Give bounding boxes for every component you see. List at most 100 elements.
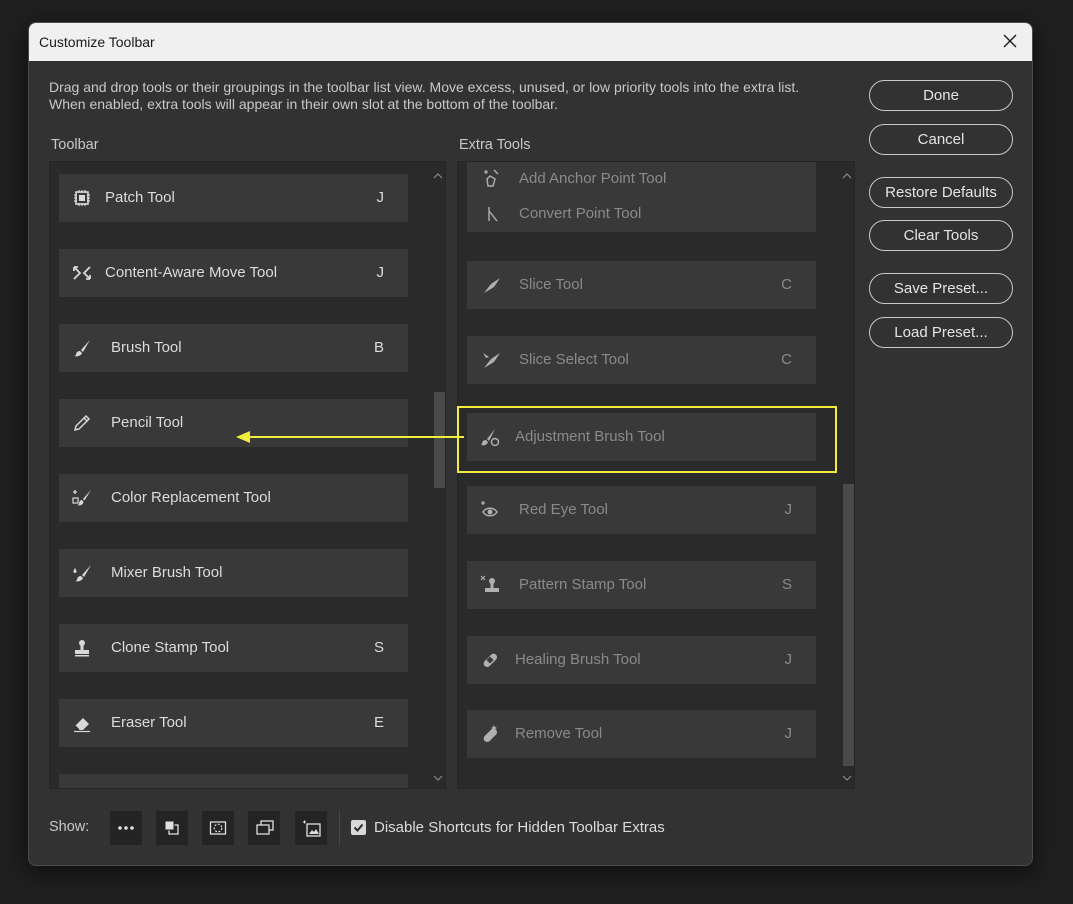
clear-tools-button[interactable]: Clear Tools xyxy=(869,220,1013,251)
show-extra-tools-button[interactable] xyxy=(110,811,142,845)
toolbar-item-partial[interactable] xyxy=(59,774,408,788)
extra-item-label: Convert Point Tool xyxy=(519,205,642,222)
toolbar-item-label: Pencil Tool xyxy=(111,414,184,431)
scroll-down-arrow-icon[interactable] xyxy=(840,772,854,784)
show-colors-button[interactable] xyxy=(156,811,188,845)
patch-icon xyxy=(74,190,90,206)
adjustment-brush-icon xyxy=(481,429,500,447)
toolbar-item-eraser[interactable]: Eraser Tool E xyxy=(59,699,408,747)
toolbar-item-label: Eraser Tool xyxy=(111,714,187,731)
toolbar-item-clone-stamp[interactable]: Clone Stamp Tool S xyxy=(59,624,408,672)
toolbar-item-color-replacement[interactable]: Color Replacement Tool xyxy=(59,474,408,522)
scroll-down-arrow-icon[interactable] xyxy=(431,772,445,784)
toolbar-item-label: Patch Tool xyxy=(105,189,175,206)
extra-item-label: Remove Tool xyxy=(515,725,603,742)
healing-brush-icon xyxy=(483,653,498,668)
extra-item-healing-brush[interactable]: Healing Brush Tool J xyxy=(467,636,816,684)
extra-group-row: Add Anchor Point Tool xyxy=(467,162,816,196)
brush-icon xyxy=(74,340,90,357)
toolbar-item-label: Mixer Brush Tool xyxy=(111,564,223,581)
extra-group-anchor-point[interactable]: Add Anchor Point Tool Convert Point Tool xyxy=(467,162,816,232)
cancel-button[interactable]: Cancel xyxy=(869,124,1013,155)
toolbar-item-patch[interactable]: Patch Tool J xyxy=(59,174,408,222)
convert-point-icon xyxy=(488,207,498,222)
done-button[interactable]: Done xyxy=(869,80,1013,111)
extra-item-label: Red Eye Tool xyxy=(519,501,608,518)
description-text: Drag and drop tools or their groupings i… xyxy=(49,79,800,112)
toolbar-item-shortcut: J xyxy=(376,264,385,281)
extra-item-label: Pattern Stamp Tool xyxy=(519,576,647,593)
extra-tools-scrollbar[interactable] xyxy=(840,162,854,788)
restore-defaults-button[interactable]: Restore Defaults xyxy=(869,177,1013,208)
extra-item-slice[interactable]: Slice Tool C xyxy=(467,261,816,309)
extra-item-remove[interactable]: Remove Tool J xyxy=(467,710,816,758)
dialog-title: Customize Toolbar xyxy=(39,34,155,50)
extra-group-row: Convert Point Tool xyxy=(467,197,816,231)
toolbar-item-shortcut: E xyxy=(373,714,384,731)
toolbar-scrollbar[interactable] xyxy=(431,162,445,788)
extra-item-pattern-stamp[interactable]: Pattern Stamp Tool S xyxy=(467,561,816,609)
extra-item-label: Slice Select Tool xyxy=(519,351,629,368)
checkmark-icon xyxy=(353,823,364,832)
foreground-background-icon xyxy=(164,820,179,835)
scroll-up-arrow-icon[interactable] xyxy=(431,170,445,182)
toolbar-item-label: Content-Aware Move Tool xyxy=(105,264,278,281)
color-replacement-icon xyxy=(72,490,91,506)
extra-item-slice-select[interactable]: Slice Select Tool C xyxy=(467,336,816,384)
extra-item-label: Add Anchor Point Tool xyxy=(519,170,667,187)
pattern-stamp-icon xyxy=(480,575,499,592)
disable-shortcuts-checkbox[interactable] xyxy=(351,820,366,835)
toolbar-item-shortcut: J xyxy=(376,189,385,206)
content-aware-move-icon xyxy=(73,266,91,280)
clone-stamp-icon xyxy=(75,640,89,657)
scrollbar-thumb[interactable] xyxy=(434,392,445,488)
footer-separator xyxy=(339,811,340,845)
screen-mode-icon xyxy=(256,820,274,835)
extra-item-adjustment-brush[interactable]: Adjustment Brush Tool xyxy=(467,413,816,461)
show-label: Show: xyxy=(49,819,90,835)
title-bar: Customize Toolbar xyxy=(29,23,1032,61)
disable-shortcuts-label: Disable Shortcuts for Hidden Toolbar Ext… xyxy=(374,819,665,836)
toolbar-column-label: Toolbar xyxy=(51,137,99,153)
ellipsis-icon xyxy=(118,826,134,830)
add-anchor-point-icon xyxy=(484,169,499,187)
toolbar-item-label: Color Replacement Tool xyxy=(111,489,271,506)
customize-toolbar-dialog: Customize Toolbar Drag and drop tools or… xyxy=(28,22,1033,866)
slice-icon xyxy=(484,278,500,293)
close-icon[interactable] xyxy=(1000,31,1020,51)
show-artboard-button[interactable] xyxy=(295,811,327,845)
toolbar-item-pencil[interactable]: Pencil Tool xyxy=(59,399,408,447)
show-quick-mask-button[interactable] xyxy=(202,811,234,845)
load-preset-button[interactable]: Load Preset... xyxy=(869,317,1013,348)
toolbar-item-label: Brush Tool xyxy=(111,339,182,356)
scroll-up-arrow-icon[interactable] xyxy=(840,170,854,182)
quick-mask-icon xyxy=(209,821,227,835)
extra-tools-list[interactable]: Add Anchor Point Tool Convert Point Tool… xyxy=(457,161,855,789)
extra-item-shortcut: J xyxy=(784,501,793,518)
extra-item-label: Adjustment Brush Tool xyxy=(515,428,665,445)
artboard-image-icon xyxy=(303,820,321,837)
toolbar-item-content-aware-move[interactable]: Content-Aware Move Tool J xyxy=(59,249,408,297)
extra-item-shortcut: J xyxy=(784,651,793,668)
toolbar-item-shortcut: B xyxy=(373,339,384,356)
toolbar-item-label: Clone Stamp Tool xyxy=(111,639,230,656)
extra-item-shortcut: C xyxy=(781,276,792,293)
slice-select-icon xyxy=(483,353,500,368)
toolbar-list[interactable]: Patch Tool J Content-Aware Move Tool J B… xyxy=(49,161,446,789)
toolbar-item-brush[interactable]: Brush Tool B xyxy=(59,324,408,372)
save-preset-button[interactable]: Save Preset... xyxy=(869,273,1013,304)
extra-item-red-eye[interactable]: Red Eye Tool J xyxy=(467,486,816,534)
mixer-brush-icon xyxy=(73,565,91,582)
show-screen-mode-button[interactable] xyxy=(248,811,280,845)
footer: Show: Disable Shortcuts for Hidden Toolb… xyxy=(49,811,749,847)
toolbar-item-mixer-brush[interactable]: Mixer Brush Tool xyxy=(59,549,408,597)
eraser-icon xyxy=(74,718,90,733)
remove-icon xyxy=(483,725,498,743)
pencil-icon xyxy=(73,414,91,432)
extra-item-shortcut: J xyxy=(784,725,793,742)
extra-item-shortcut: S xyxy=(781,576,792,593)
toolbar-item-shortcut: S xyxy=(373,639,384,656)
red-eye-icon xyxy=(481,501,498,517)
extra-item-label: Slice Tool xyxy=(519,276,583,293)
scrollbar-thumb[interactable] xyxy=(843,484,854,766)
